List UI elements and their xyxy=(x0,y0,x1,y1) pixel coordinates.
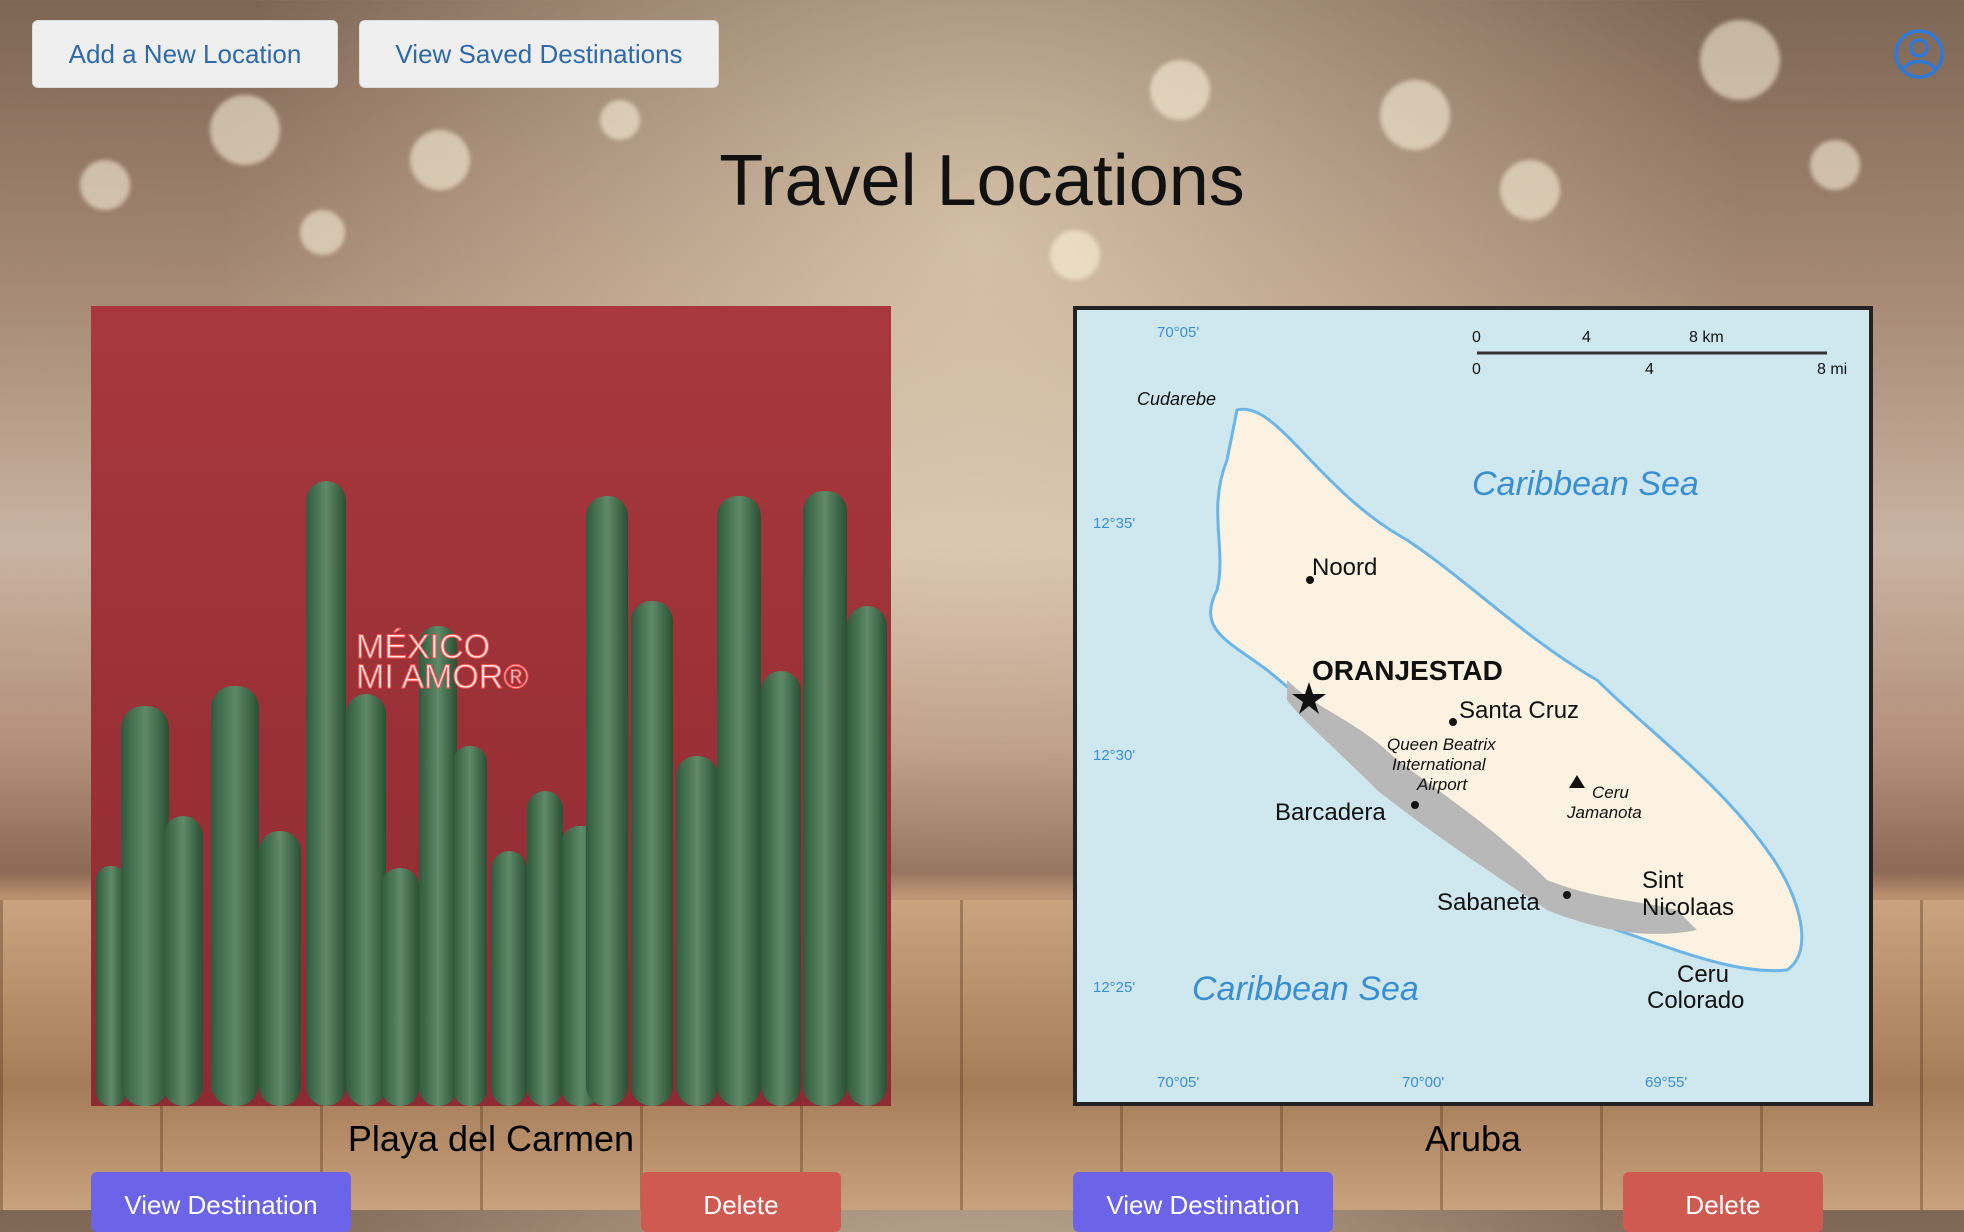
view-destination-button[interactable]: View Destination xyxy=(1073,1172,1333,1232)
map-label-airport-1: Queen Beatrix xyxy=(1387,735,1496,754)
map-label-sint: Sint xyxy=(1642,867,1684,894)
lat-label-1: 12°35' xyxy=(1093,515,1135,532)
map-label-airport-2: International xyxy=(1392,755,1487,774)
scale-mi-8: 8 mi xyxy=(1817,361,1847,378)
view-destination-button[interactable]: View Destination xyxy=(91,1172,351,1232)
lon-label-2: 70°00' xyxy=(1402,1074,1444,1091)
scale-mi-0: 0 xyxy=(1472,361,1481,378)
view-saved-destinations-button[interactable]: View Saved Destinations xyxy=(359,20,719,88)
map-label-airport-3: Airport xyxy=(1416,775,1468,794)
delete-button[interactable]: Delete xyxy=(641,1172,841,1232)
map-label-ceru: Ceru xyxy=(1677,961,1729,988)
map-label-sea-bottom: Caribbean Sea xyxy=(1192,970,1419,1008)
lon-label-1: 70°05' xyxy=(1157,1074,1199,1091)
scale-km-8: 8 km xyxy=(1689,329,1724,346)
map-label-sabaneta: Sabaneta xyxy=(1437,889,1540,916)
map-label-peak-2: Jamanota xyxy=(1566,803,1642,822)
map-label-cudarebe: Cudarebe xyxy=(1137,389,1216,409)
map-label-barcadera: Barcadera xyxy=(1275,799,1386,826)
map-label-noord: Noord xyxy=(1312,554,1377,581)
user-circle-icon[interactable] xyxy=(1893,28,1945,80)
destination-name: Playa del Carmen xyxy=(347,1118,635,1159)
destination-image-playa-del-carmen: MÉXICO MI AMOR® xyxy=(91,306,891,1106)
delete-button[interactable]: Delete xyxy=(1623,1172,1823,1232)
map-label-santa-cruz: Santa Cruz xyxy=(1459,697,1579,724)
map-label-colorado: Colorado xyxy=(1647,987,1744,1014)
lat-label-2: 12°30' xyxy=(1093,747,1135,764)
lat-label-3: 12°25' xyxy=(1093,979,1135,996)
scale-km-0: 0 xyxy=(1472,329,1481,346)
page-title: Travel Locations xyxy=(719,141,1245,221)
lon-label-3: 69°55' xyxy=(1645,1074,1687,1091)
scale-km-4: 4 xyxy=(1582,329,1591,346)
destination-map-aruba: Caribbean Sea Caribbean Sea ORANJESTAD N… xyxy=(1073,306,1873,1106)
scale-mi-4: 4 xyxy=(1645,361,1654,378)
map-label-nicolaas: Nicolaas xyxy=(1642,894,1734,921)
add-location-button[interactable]: Add a New Location xyxy=(32,20,338,88)
map-label-capital: ORANJESTAD xyxy=(1312,655,1503,686)
map-label-peak-1: Ceru xyxy=(1592,783,1629,802)
map-label-sea-top: Caribbean Sea xyxy=(1472,465,1699,503)
neon-sign-line2: MI AMOR® xyxy=(356,658,528,696)
lon-label-top: 70°05' xyxy=(1157,324,1199,341)
destination-name: Aruba xyxy=(1424,1118,1522,1159)
